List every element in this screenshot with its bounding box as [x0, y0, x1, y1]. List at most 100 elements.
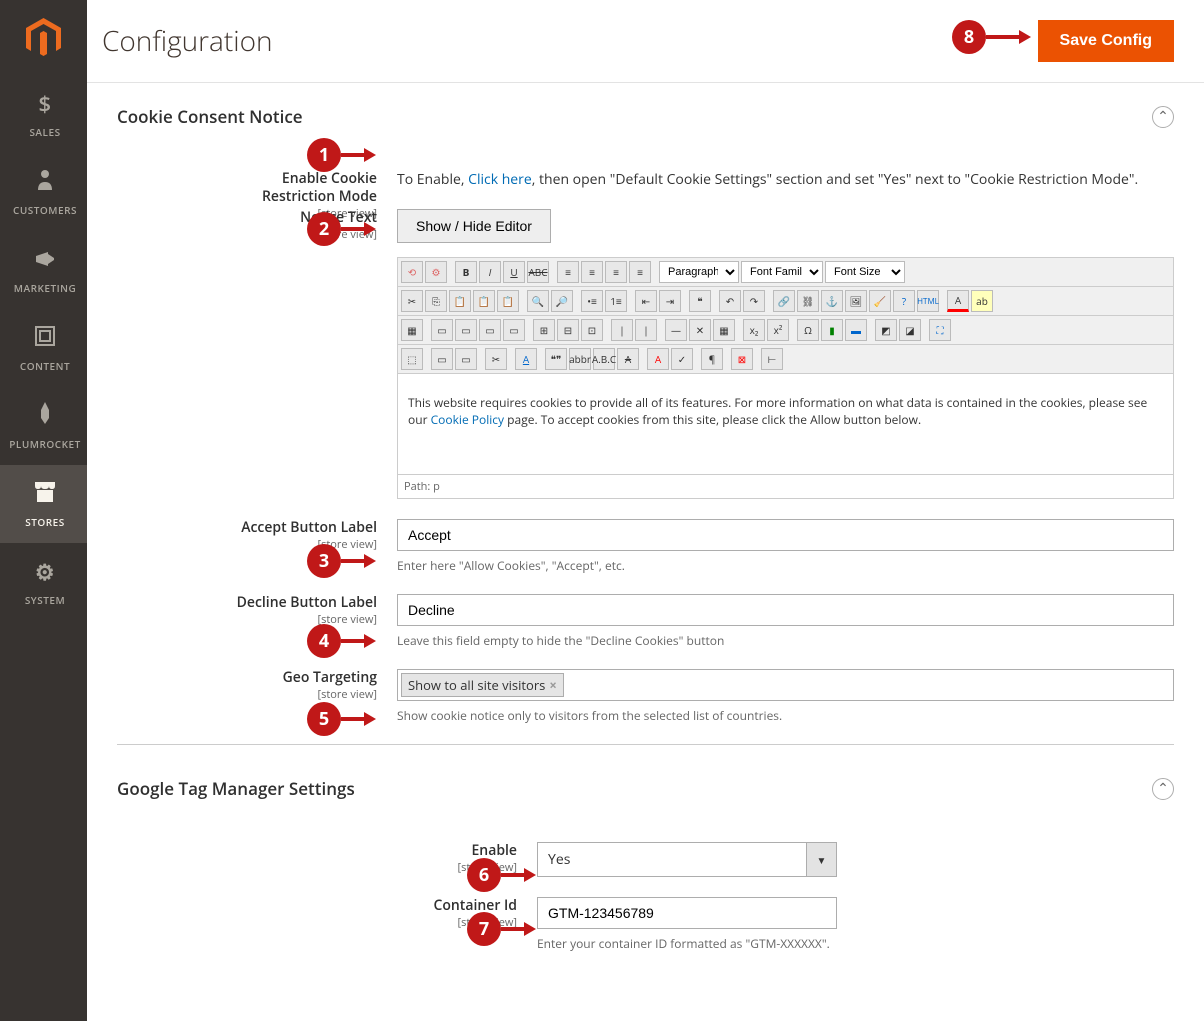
- toolbar-format-select[interactable]: Paragraph: [659, 261, 739, 283]
- toolbar-button[interactable]: ✂: [485, 348, 507, 370]
- toolbar-button[interactable]: ▭: [455, 319, 477, 341]
- toolbar-number-list-button[interactable]: 1≡: [605, 290, 627, 312]
- section-gtm-header[interactable]: Google Tag Manager Settings ⌃: [117, 765, 1174, 812]
- decline-button-input[interactable]: [397, 594, 1174, 626]
- toolbar-paste-button[interactable]: 📋: [449, 290, 471, 312]
- toolbar-omega-button[interactable]: Ω: [797, 319, 819, 341]
- toolbar-button[interactable]: ▦: [401, 319, 423, 341]
- dollar-icon: $: [38, 89, 51, 119]
- toolbar-redo-button[interactable]: ↷: [743, 290, 765, 312]
- decline-help-text: Leave this field empty to hide the "Decl…: [397, 632, 1174, 649]
- toolbar-button[interactable]: 📋: [473, 290, 495, 312]
- save-config-button[interactable]: Save Config: [1038, 20, 1174, 62]
- toolbar-bold-button[interactable]: B: [455, 261, 477, 283]
- toolbar-text-color-button[interactable]: A: [947, 290, 969, 312]
- toolbar-blockquote-button[interactable]: ❝: [689, 290, 711, 312]
- toolbar-align-left-button[interactable]: ≡: [557, 261, 579, 283]
- toolbar-button[interactable]: |: [611, 319, 633, 341]
- geo-targeting-input[interactable]: Show to all site visitors×: [397, 669, 1174, 701]
- toolbar-indent-button[interactable]: ⇥: [659, 290, 681, 312]
- toolbar-fullscreen-button[interactable]: ⛶: [929, 319, 951, 341]
- toolbar-undo-button[interactable]: ↶: [719, 290, 741, 312]
- toolbar-align-right-button[interactable]: ≡: [605, 261, 627, 283]
- accept-button-input[interactable]: [397, 519, 1174, 551]
- toolbar-table-button[interactable]: ▦: [713, 319, 735, 341]
- nav-plumrocket[interactable]: PLUMROCKET: [0, 387, 87, 465]
- toolbar-help-button[interactable]: ?: [893, 290, 915, 312]
- toolbar-button[interactable]: 📋: [497, 290, 519, 312]
- editor-content[interactable]: This website requires cookies to provide…: [398, 374, 1173, 474]
- toolbar-button[interactable]: A.B.C: [593, 348, 615, 370]
- toolbar-html-button[interactable]: HTML: [917, 290, 939, 312]
- toolbar-cut-button[interactable]: ✂: [401, 290, 423, 312]
- click-here-link[interactable]: Click here: [468, 170, 532, 189]
- toolbar-button[interactable]: |: [635, 319, 657, 341]
- gear-icon: ⚙: [35, 557, 55, 587]
- cookie-policy-link[interactable]: Cookie Policy: [431, 411, 504, 428]
- toolbar-bg-color-button[interactable]: ab: [971, 290, 993, 312]
- annotation-badge-1: 1: [307, 138, 341, 172]
- toolbar-button[interactable]: ▮: [821, 319, 843, 341]
- toolbar-outdent-button[interactable]: ⇤: [635, 290, 657, 312]
- toolbar-align-justify-button[interactable]: ≡: [629, 261, 651, 283]
- toolbar-button[interactable]: ⊠: [731, 348, 753, 370]
- collapse-icon[interactable]: ⌃: [1152, 778, 1174, 800]
- toolbar-font-size-select[interactable]: Font Size: [825, 261, 905, 283]
- enable-restriction-desc: To Enable, Click here, then open "Defaul…: [397, 170, 1138, 189]
- gtm-container-input[interactable]: [537, 897, 837, 929]
- toolbar-button[interactable]: ▭: [431, 319, 453, 341]
- nav-sales[interactable]: $SALES: [0, 75, 87, 153]
- toolbar-anchor-button[interactable]: ⚓: [821, 290, 843, 312]
- toolbar-button[interactable]: ✓: [671, 348, 693, 370]
- tag-remove-icon[interactable]: ×: [549, 676, 556, 694]
- toolbar-button[interactable]: ¶: [701, 348, 723, 370]
- toolbar-italic-button[interactable]: I: [479, 261, 501, 283]
- toolbar-font-family-select[interactable]: Font Family: [741, 261, 823, 283]
- nav-stores[interactable]: STORES: [0, 465, 87, 543]
- toolbar-button[interactable]: abbr: [569, 348, 591, 370]
- toolbar-copy-button[interactable]: ⎘: [425, 290, 447, 312]
- toolbar-bullet-list-button[interactable]: •≡: [581, 290, 603, 312]
- nav-content[interactable]: CONTENT: [0, 309, 87, 387]
- gtm-enable-select[interactable]: Yes ▼: [537, 842, 837, 877]
- toolbar-button[interactable]: 🔍: [527, 290, 549, 312]
- nav-system[interactable]: ⚙SYSTEM: [0, 543, 87, 621]
- toolbar-strike-button[interactable]: ABC: [527, 261, 549, 283]
- toolbar-image-button[interactable]: 🖼: [845, 290, 867, 312]
- gtm-container-help-text: Enter your container ID formatted as "GT…: [537, 935, 1174, 952]
- toolbar-underline-button[interactable]: U: [503, 261, 525, 283]
- nav-marketing[interactable]: MARKETING: [0, 231, 87, 309]
- toolbar-button[interactable]: 🔎: [551, 290, 573, 312]
- toolbar-sub-button[interactable]: x₂: [743, 319, 765, 341]
- toolbar-button[interactable]: ⚙: [425, 261, 447, 283]
- toolbar-button[interactable]: ▭: [431, 348, 453, 370]
- toolbar-button[interactable]: ⊢: [761, 348, 783, 370]
- toolbar-sup-button[interactable]: x²: [767, 319, 789, 341]
- toolbar-button[interactable]: ❝❞: [545, 348, 567, 370]
- toolbar-button[interactable]: A: [515, 348, 537, 370]
- toolbar-button[interactable]: ▭: [479, 319, 501, 341]
- toolbar-link-button[interactable]: 🔗: [773, 290, 795, 312]
- toolbar-button[interactable]: ⊟: [557, 319, 579, 341]
- magento-logo[interactable]: [0, 0, 87, 75]
- toolbar-button[interactable]: ✕: [689, 319, 711, 341]
- collapse-icon[interactable]: ⌃: [1152, 106, 1174, 128]
- section-cookie-header[interactable]: Cookie Consent Notice ⌃: [117, 93, 1174, 140]
- toolbar-button[interactable]: ◪: [899, 319, 921, 341]
- toolbar-button[interactable]: ▭: [455, 348, 477, 370]
- toolbar-button[interactable]: ⟲: [401, 261, 423, 283]
- toolbar-button[interactable]: ⬚: [401, 348, 423, 370]
- toolbar-button[interactable]: A: [647, 348, 669, 370]
- toolbar-button[interactable]: ◩: [875, 319, 897, 341]
- toolbar-hr-button[interactable]: —: [665, 319, 687, 341]
- toolbar-align-center-button[interactable]: ≡: [581, 261, 603, 283]
- toolbar-button[interactable]: ▭: [503, 319, 525, 341]
- show-hide-editor-button[interactable]: Show / Hide Editor: [397, 209, 551, 243]
- toolbar-button[interactable]: ▬: [845, 319, 867, 341]
- toolbar-button[interactable]: ⊡: [581, 319, 603, 341]
- toolbar-unlink-button[interactable]: ⛓: [797, 290, 819, 312]
- toolbar-button[interactable]: 🧹: [869, 290, 891, 312]
- toolbar-button[interactable]: A: [617, 348, 639, 370]
- toolbar-button[interactable]: ⊞: [533, 319, 555, 341]
- nav-customers[interactable]: CUSTOMERS: [0, 153, 87, 231]
